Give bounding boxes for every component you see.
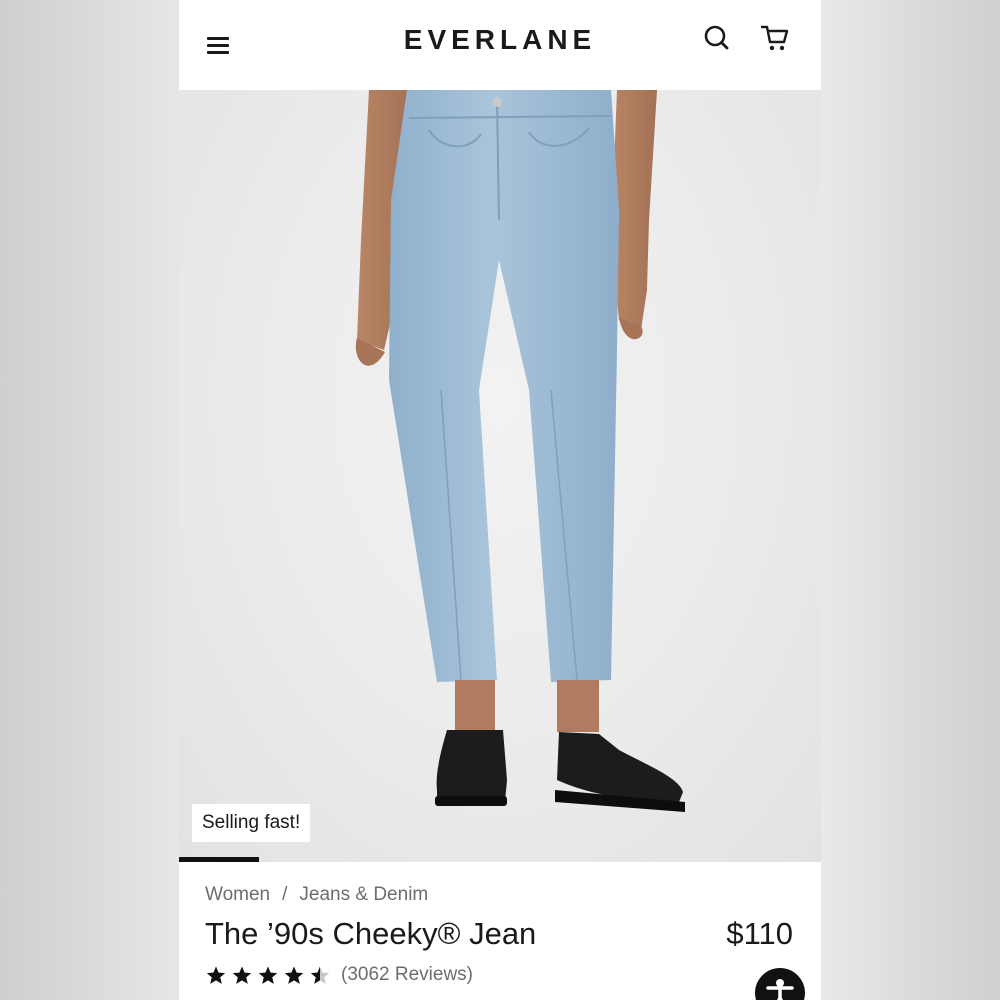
- breadcrumb-women[interactable]: Women: [205, 884, 270, 905]
- star-icon: [258, 966, 278, 984]
- rating-stars: [205, 965, 331, 986]
- breadcrumb-separator: /: [282, 884, 288, 905]
- reviews-link[interactable]: (3062 Reviews): [341, 964, 473, 986]
- product-title: The ’90s Cheeky® Jean: [205, 916, 537, 951]
- star-icon: [310, 966, 330, 984]
- product-photo: [355, 90, 685, 812]
- breadcrumb-jeans-denim[interactable]: Jeans & Denim: [299, 884, 428, 905]
- cart-icon[interactable]: [759, 22, 791, 54]
- product-info: Women / Jeans & Denim The ’90s Cheeky® Jea…: [179, 862, 821, 1000]
- product-rating[interactable]: (3062 Reviews): [205, 962, 473, 988]
- product-price: $110: [726, 916, 793, 951]
- breadcrumb: Women / Jeans & Denim: [205, 884, 428, 906]
- app-screen: EVERLANE Selling fast! Women / Jeans & D…: [179, 0, 821, 1000]
- star-icon: [232, 966, 252, 984]
- selling-fast-badge: Selling fast!: [192, 804, 311, 842]
- product-image-carousel[interactable]: Selling fast!: [179, 90, 821, 862]
- search-icon[interactable]: [701, 22, 733, 54]
- accessibility-icon[interactable]: [755, 968, 805, 1000]
- top-nav: EVERLANE: [179, 0, 821, 90]
- star-icon: [284, 966, 304, 984]
- star-icon: [206, 966, 226, 984]
